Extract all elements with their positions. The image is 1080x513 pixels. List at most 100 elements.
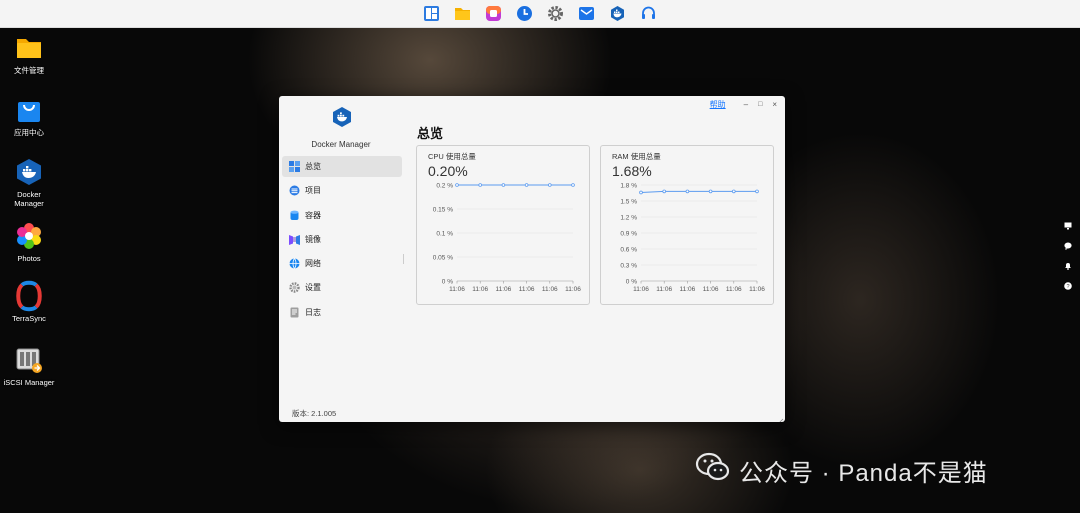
y-tick-label: 1.5 % [620,199,637,206]
nav-item-label: 网络 [305,259,321,269]
help-link[interactable]: 帮助 [710,99,726,110]
desktop-item-app-center[interactable]: 应用中心 [0,96,58,137]
network-globe-icon [289,258,300,269]
settings-gear-icon[interactable] [546,4,565,23]
x-tick-label: 11:06 [680,286,696,293]
x-tick-label: 11:06 [449,286,465,293]
desktop-item-label: TerraSync [12,314,46,323]
data-point [685,189,690,194]
minimize-button[interactable]: – [744,100,748,109]
cpu-usage-card: CPU 使用总量 0.20% 0.2 % 0.15 % 0.1 % 0.05 % 0 %… [416,145,590,305]
data-point [548,183,552,187]
file-manager-icon[interactable] [453,4,472,23]
nav-item-label: 日志 [305,307,321,317]
project-stack-icon [289,185,300,196]
terrasync-icon [15,280,43,312]
y-tick-label: 0.15 % [433,207,453,214]
y-tick-label: 0.6 % [620,247,637,254]
data-point [732,189,736,194]
watermark: 公众号 · Panda不是猫 [695,452,988,489]
desktop-item-docker-manager[interactable]: Docker Manager [0,158,58,208]
data-point [455,183,459,187]
image-icon [289,234,300,245]
series-line [640,190,757,193]
cpu-usage-chart: 0.2 %0.15 %0.1 %0.05 %0 %11:06 11:06 11:06… [433,183,582,294]
watermark-text: 公众号 · Panda不是猫 [739,460,988,487]
resize-handle[interactable] [776,413,784,422]
maximize-button[interactable]: □ [758,101,762,108]
app-center-bag-icon [15,96,43,124]
photos-flower-icon [15,222,43,250]
x-tick-label: 11:06 [726,286,742,293]
y-tick-label: 0.3 % [620,263,637,270]
nav-item-label: 设置 [305,283,321,293]
docker-manager-window: 帮助 – □ × Docker Manager 总览 项目 容器 镜像 网络 设… [279,96,785,422]
y-tick-label: 0.9 % [620,231,637,238]
x-tick-label: 11:06 [703,286,719,293]
ram-usage-card: RAM 使用总量 1.68% 1.8 % 1.5 % 1.2 % 0.9 % 0.6 %… [600,145,774,305]
x-tick-label: 11:06 [565,286,581,293]
data-point [524,183,529,187]
desktop-item-photos[interactable]: Photos [0,222,58,263]
y-tick-label: 0.2 % [436,183,453,190]
nav-item-label: 镜像 [305,234,321,244]
iscsi-icon [15,346,43,374]
window-controls: 帮助 – □ × [710,99,777,110]
close-button[interactable]: × [772,100,777,109]
settings-icon [289,282,300,294]
nav-item-label: 项目 [305,186,321,196]
nav-list: 总览 项目 容器 镜像 网络 设置 日志 [282,156,402,326]
data-point [708,189,713,194]
data-point [639,190,643,195]
x-tick-label: 11:06 [656,286,672,293]
x-tick-label: 11:06 [519,286,535,293]
bell-icon[interactable] [1064,262,1072,270]
clock-icon[interactable] [515,4,534,23]
log-document-icon [289,307,300,318]
sidebar: Docker Manager 总览 项目 容器 镜像 网络 设置 日志 版本: … [279,96,407,422]
mail-icon[interactable] [577,4,596,23]
wechat-icon [695,452,731,489]
ram-usage-chart: 1.8 %1.5 %1.2 %0.9 %0.6 %0.3 %0 %11:06 11… [620,183,765,294]
y-tick-label: 0 % [626,279,637,286]
sidebar-splitter[interactable] [403,254,404,264]
x-tick-label: 11:06 [749,286,765,293]
data-point [501,183,506,187]
nav-item-image[interactable]: 镜像 [282,229,402,250]
desktop-item-file-manager[interactable]: 文件管理 [0,34,58,75]
desktop-item-iscsi-manager[interactable]: iSCSI Manager [0,346,58,387]
y-tick-label: 0.1 % [436,231,453,238]
y-tick-label: 0 % [442,279,453,286]
nav-item-log[interactable]: 日志 [282,302,402,323]
photos-app-icon[interactable] [484,4,503,23]
version-text: 版本: 2.1.005 [292,409,337,418]
side-toolbar: ? [1064,222,1074,302]
overview-grid-icon [289,161,300,172]
docker-icon[interactable] [608,4,627,23]
desktop-item-label: 应用中心 [14,128,44,137]
x-tick-label: 11:06 [633,286,649,293]
docker-icon [15,158,43,186]
x-tick-label: 11:06 [496,286,512,293]
nav-item-container[interactable]: 容器 [282,205,402,226]
desktop-item-label: Photos [17,254,41,263]
nav-item-project[interactable]: 项目 [282,180,402,201]
data-point [755,189,759,194]
desktop-item-terrasync[interactable]: TerraSync [0,280,58,323]
app-name: Docker Manager [311,140,371,149]
nav-item-settings[interactable]: 设置 [282,277,402,298]
svg-text:?: ? [1066,284,1069,290]
desktop-item-label: iSCSI Manager [3,378,55,387]
nav-item-label: 总览 [305,162,321,171]
help-circle-icon[interactable]: ? [1064,282,1072,290]
nav-item-network[interactable]: 网络 [282,253,402,274]
x-tick-label: 11:06 [472,286,488,293]
chat-bubble-icon[interactable] [1064,242,1072,250]
support-headset-icon[interactable] [639,4,658,23]
data-point [571,183,575,187]
control-panel-icon[interactable] [422,4,441,23]
nav-item-label: 容器 [305,210,321,220]
folder-icon [15,34,43,62]
nav-item-overview[interactable]: 总览 [282,156,402,177]
monitor-icon[interactable] [1064,222,1072,230]
